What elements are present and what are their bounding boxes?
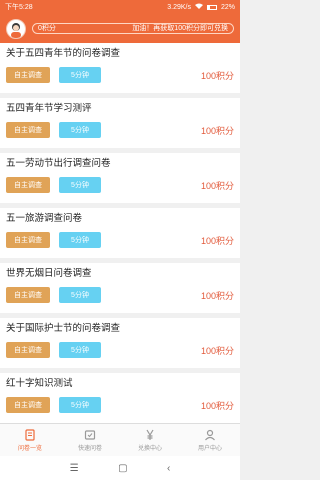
tab-label: 用户中心 (197, 445, 222, 452)
battery-level: 22% (220, 3, 235, 11)
tab-4[interactable]: 用户中心 (180, 424, 240, 456)
points-progress: 0积分 加油！再获取100积分即可兑换 (32, 22, 234, 35)
survey-points: 100积分 (200, 345, 234, 356)
avatar-icon (11, 22, 21, 38)
points-header: 0积分 加油！再获取100积分即可兑换 (0, 14, 240, 43)
survey-card[interactable]: 世界无烟日问卷调查 自主调查 5分钟 100积分 (0, 263, 240, 313)
survey-points: 100积分 (200, 180, 234, 191)
tab-2[interactable]: 快速问卷 (60, 424, 120, 456)
system-nav-bar: ☰ ▢ ‹ (0, 456, 240, 480)
avatar[interactable] (6, 18, 26, 39)
survey-title: 红十字知识测试 (6, 378, 73, 389)
survey-time-button[interactable]: 5分钟 (59, 177, 101, 193)
user-icon (204, 429, 216, 441)
survey-type-button[interactable]: 自主调查 (6, 122, 50, 138)
survey-type-button[interactable]: 自主调查 (6, 397, 50, 413)
survey-card[interactable]: 关于五四青年节的问卷调查 自主调查 5分钟 100积分 (0, 43, 240, 93)
survey-time-button[interactable]: 5分钟 (59, 342, 101, 358)
tab-label: 问卷一览 (17, 445, 42, 452)
survey-time-button[interactable]: 5分钟 (59, 122, 101, 138)
survey-title: 五一劳动节出行调查问卷 (6, 158, 111, 169)
battery-icon (206, 4, 217, 10)
survey-card[interactable]: 五一劳动节出行调查问卷 自主调查 5分钟 100积分 (0, 153, 240, 203)
survey-title: 世界无烟日问卷调查 (6, 268, 92, 279)
network-speed: 3.29K/s (167, 3, 191, 11)
survey-title: 五一旅游调查问卷 (6, 213, 83, 224)
survey-points: 100积分 (200, 125, 234, 136)
survey-title: 五四青年节学习测评 (6, 103, 92, 114)
survey-card[interactable]: 五一旅游调查问卷 自主调查 5分钟 100积分 (0, 208, 240, 258)
survey-type-button[interactable]: 自主调查 (6, 342, 50, 358)
survey-time-button[interactable]: 5分钟 (59, 397, 101, 413)
document-icon (24, 428, 36, 441)
survey-title: 关于国际护士节的问卷调查 (6, 323, 121, 334)
survey-type-button[interactable]: 自主调查 (6, 67, 50, 83)
points-hint: 加油！再获取100积分即可兑换 (132, 25, 228, 32)
tab-label: 兑换中心 (137, 445, 162, 452)
tab-label: 快速问卷 (77, 445, 102, 452)
survey-card[interactable]: 关于国际护士节的问卷调查 自主调查 5分钟 100积分 (0, 318, 240, 368)
tab-3[interactable]: 兑换中心 (120, 424, 180, 456)
survey-card[interactable]: 五四青年节学习测评 自主调查 5分钟 100积分 (0, 98, 240, 148)
survey-type-button[interactable]: 自主调查 (6, 177, 50, 193)
survey-type-button[interactable]: 自主调查 (6, 232, 50, 248)
survey-list: 关于五四青年节的问卷调查 自主调查 5分钟 100积分 五四青年节学习测评 自主… (0, 43, 240, 423)
yen-icon (144, 429, 156, 441)
survey-points: 100积分 (200, 235, 234, 246)
status-time: 下午5:28 (5, 4, 33, 11)
menu-icon[interactable]: ☰ (70, 463, 79, 474)
survey-time-button[interactable]: 5分钟 (59, 287, 101, 303)
home-icon[interactable]: ▢ (118, 463, 127, 474)
tab-bar: 问卷一览 快速问卷 兑换中心 用户中心 (0, 423, 240, 456)
survey-points: 100积分 (200, 400, 234, 411)
tab-1[interactable]: 问卷一览 (0, 424, 60, 456)
survey-time-button[interactable]: 5分钟 (59, 67, 101, 83)
survey-title: 关于五四青年节的问卷调查 (6, 48, 121, 59)
status-bar: 下午5:28 3.29K/s 22% (0, 0, 240, 14)
survey-card[interactable]: 红十字知识测试 自主调查 5分钟 100积分 (0, 373, 240, 423)
survey-time-button[interactable]: 5分钟 (59, 232, 101, 248)
points-value: 0积分 (38, 25, 56, 32)
wifi-icon (194, 3, 203, 11)
back-icon[interactable]: ‹ (167, 463, 170, 474)
quick-survey-icon (84, 429, 96, 441)
survey-points: 100积分 (200, 290, 234, 301)
survey-type-button[interactable]: 自主调查 (6, 287, 50, 303)
survey-points: 100积分 (200, 70, 234, 81)
